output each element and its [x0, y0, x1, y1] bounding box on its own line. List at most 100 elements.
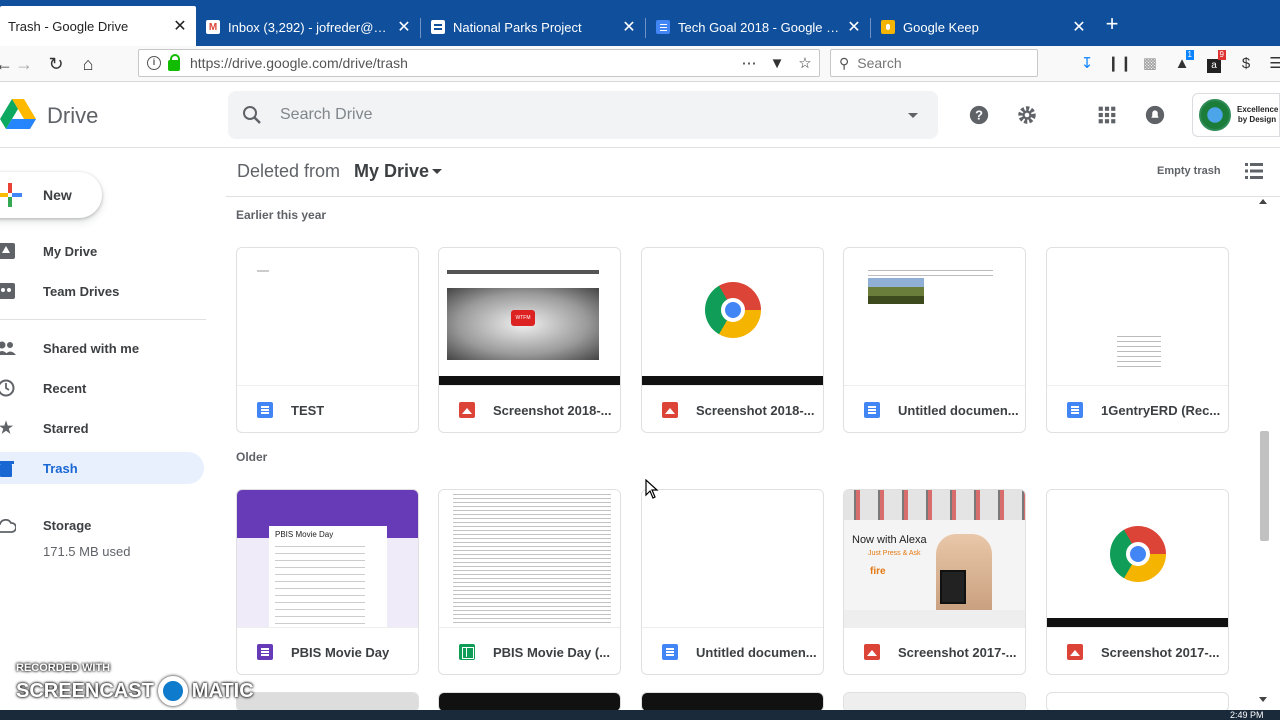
- file-name: Untitled documen...: [696, 644, 817, 660]
- empty-trash-button[interactable]: Empty trash: [1157, 165, 1221, 177]
- close-icon[interactable]: ✕: [621, 17, 637, 37]
- chrome-logo-icon: [1110, 526, 1166, 582]
- address-bar[interactable]: i https://drive.google.com/drive/trash ⋯…: [138, 49, 820, 77]
- drive-logo-icon[interactable]: [0, 99, 36, 131]
- notifications-bell-icon[interactable]: [1143, 103, 1167, 127]
- docs-file-icon: [662, 644, 678, 660]
- sidebar-item-shared-with-me[interactable]: Shared with me: [0, 332, 204, 364]
- search-options-caret-icon[interactable]: [908, 112, 918, 118]
- new-button[interactable]: New: [0, 172, 102, 218]
- storage-used-text: 171.5 MB used: [43, 544, 131, 559]
- scroll-up-arrow-icon[interactable]: [1259, 199, 1267, 204]
- forward-arrow-icon[interactable]: →: [12, 52, 36, 76]
- image-file-icon: [864, 644, 880, 660]
- file-card[interactable]: 1GentryERD (Rec...: [1046, 247, 1229, 433]
- extension-icon[interactable]: ▩: [1138, 52, 1162, 76]
- tab-trash-google-drive[interactable]: Trash - Google Drive ✕: [0, 6, 196, 46]
- taskbar-clock: 2:49 PM: [1230, 710, 1264, 720]
- file-card[interactable]: Untitled documen...: [843, 247, 1026, 433]
- new-tab-button[interactable]: +: [1100, 12, 1124, 36]
- gear-icon[interactable]: [1015, 103, 1039, 127]
- file-card[interactable]: [438, 692, 621, 712]
- storage-label[interactable]: Storage: [43, 518, 91, 533]
- file-card[interactable]: Untitled documen...: [641, 489, 824, 675]
- file-thumbnail: [642, 490, 823, 627]
- scroll-down-arrow-icon[interactable]: [1259, 697, 1267, 702]
- tab-gmail-inbox[interactable]: M Inbox (3,292) - jofreder@gmail. ✕: [198, 8, 421, 46]
- close-icon[interactable]: ✕: [1071, 17, 1087, 37]
- notification-extension-icon[interactable]: ▲ 1: [1170, 50, 1194, 76]
- home-icon[interactable]: ⌂: [76, 52, 100, 76]
- file-card[interactable]: TEST: [236, 247, 419, 433]
- sidebar-item-my-drive[interactable]: My Drive: [0, 235, 204, 267]
- watermark-main-text: SCREENCAST MATIC: [16, 676, 254, 706]
- bookmark-star-icon[interactable]: ☆: [791, 54, 819, 72]
- dollar-extension-icon[interactable]: $: [1234, 52, 1258, 76]
- file-card[interactable]: [1046, 692, 1229, 712]
- sidebar-item-trash[interactable]: Trash: [0, 452, 204, 484]
- list-view-icon[interactable]: [1245, 163, 1263, 179]
- file-card[interactable]: PBIS Movie Day PBIS Movie Day: [236, 489, 419, 675]
- badge-count: 9: [1217, 50, 1226, 60]
- sidebar-item-recent[interactable]: Recent: [0, 372, 204, 404]
- chevron-down-icon[interactable]: [432, 169, 442, 174]
- library-icon[interactable]: ❙❙: [1107, 52, 1132, 76]
- file-card[interactable]: Screenshot 2018-...: [641, 247, 824, 433]
- search-icon[interactable]: [242, 105, 262, 125]
- file-card[interactable]: PBIS Movie Day (...: [438, 489, 621, 675]
- people-icon: [0, 338, 16, 358]
- sidebar-item-team-drives[interactable]: Team Drives: [0, 275, 204, 307]
- apps-grid-icon[interactable]: [1095, 103, 1119, 127]
- pocket-icon[interactable]: ▼: [763, 55, 791, 72]
- file-card[interactable]: Now with Alexa Just Press & Ask fire Scr…: [843, 489, 1026, 675]
- drive-search-input[interactable]: [280, 106, 880, 124]
- file-thumbnail: [439, 490, 620, 627]
- close-icon[interactable]: ✕: [172, 16, 188, 36]
- image-file-icon: [1067, 644, 1083, 660]
- close-icon[interactable]: ✕: [396, 17, 412, 37]
- reload-icon[interactable]: ↻: [44, 52, 68, 76]
- help-icon[interactable]: ?: [967, 103, 991, 127]
- file-thumbnail: [642, 248, 823, 385]
- menu-icon[interactable]: ☰: [1264, 52, 1280, 76]
- file-card[interactable]: [843, 692, 1026, 712]
- browser-search-bar[interactable]: ⚲: [830, 49, 1038, 77]
- browser-search-input[interactable]: [857, 55, 1018, 71]
- page-actions-icon[interactable]: ⋯: [735, 54, 763, 72]
- sidebar-divider: [0, 319, 206, 320]
- file-name: Untitled documen...: [898, 402, 1019, 418]
- file-card[interactable]: Screenshot 2017-...: [1046, 489, 1229, 675]
- sidebar-item-label: Trash: [43, 460, 78, 476]
- scroll-thumb[interactable]: [1260, 431, 1269, 541]
- screencast-watermark: RECORDED WITH SCREENCAST MATIC: [16, 662, 254, 706]
- amazon-extension-icon[interactable]: a9: [1202, 50, 1226, 76]
- file-card[interactable]: [641, 692, 824, 712]
- docs-file-icon: [1067, 402, 1083, 418]
- drive-search-bar[interactable]: [228, 91, 938, 139]
- content-scrollbar[interactable]: [1257, 197, 1271, 710]
- breadcrumb-location[interactable]: My Drive: [354, 161, 429, 182]
- drive-app-name[interactable]: Drive: [47, 103, 98, 129]
- file-card[interactable]: WTFM Screenshot 2018-...: [438, 247, 621, 433]
- sidebar-item-label: Starred: [43, 420, 89, 436]
- keep-icon: [881, 20, 895, 34]
- account-switcher[interactable]: Excellence by Design: [1192, 93, 1280, 137]
- section-title: Older: [236, 450, 268, 464]
- info-icon[interactable]: i: [147, 56, 161, 70]
- tab-google-keep[interactable]: Google Keep ✕: [873, 8, 1095, 46]
- file-card[interactable]: [236, 692, 419, 712]
- download-icon[interactable]: ↧: [1075, 52, 1099, 76]
- docs-icon: [656, 20, 670, 34]
- tab-tech-goal-2018[interactable]: Tech Goal 2018 - Google Docs ✕: [648, 8, 871, 46]
- url-text[interactable]: https://drive.google.com/drive/trash: [190, 55, 735, 71]
- image-file-icon: [662, 402, 678, 418]
- close-icon[interactable]: ✕: [846, 17, 862, 37]
- drive-header: Drive ? Excellence by Design: [0, 83, 1280, 148]
- tab-title: Google Keep: [903, 19, 979, 35]
- file-thumbnail: [844, 248, 1025, 385]
- chrome-logo-icon: [705, 282, 761, 338]
- sidebar-item-label: My Drive: [43, 243, 98, 259]
- sidebar-item-starred[interactable]: ★ Starred: [0, 412, 204, 444]
- tab-national-parks-project[interactable]: National Parks Project ✕: [423, 8, 646, 46]
- account-label: Excellence by Design: [1237, 105, 1279, 124]
